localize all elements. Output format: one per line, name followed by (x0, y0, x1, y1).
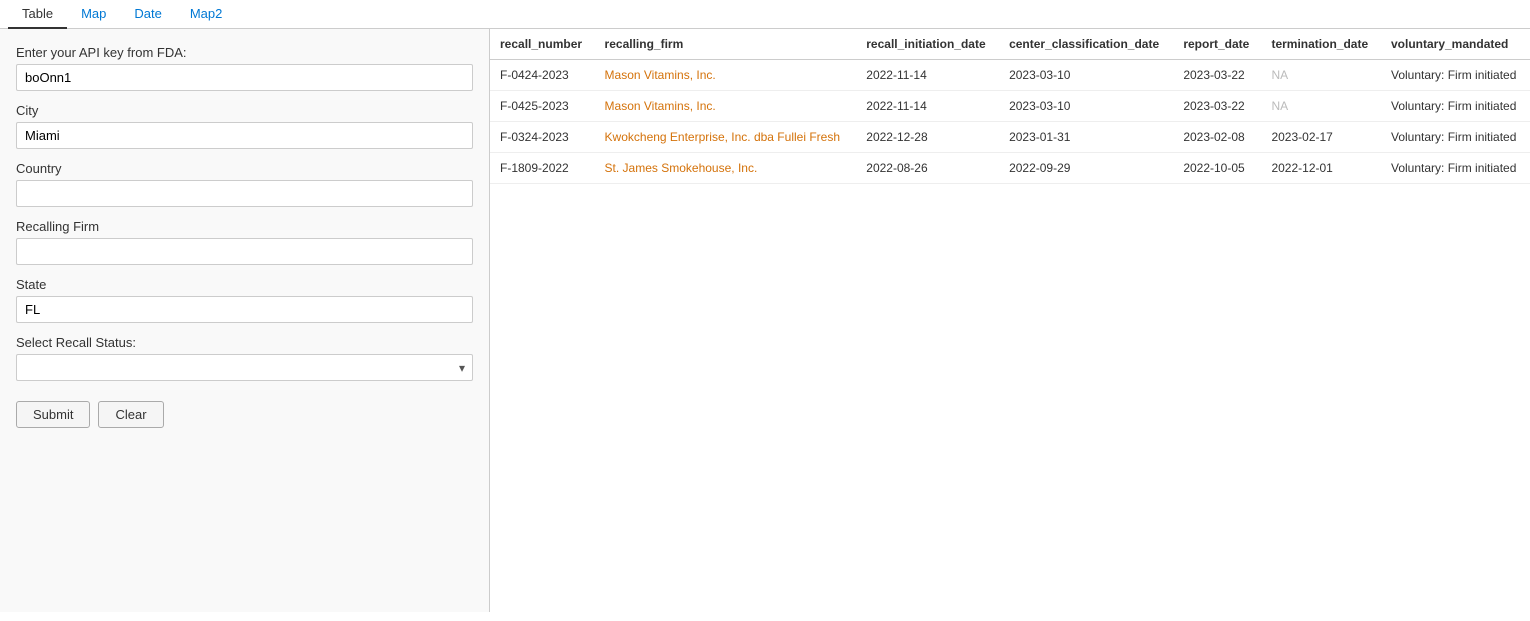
cell-voluntary-mandated: Voluntary: Firm initiated (1381, 122, 1530, 153)
cell-termination-date: 2023-02-17 (1261, 122, 1381, 153)
cell-recalling-firm: Mason Vitamins, Inc. (595, 60, 857, 91)
recalling-firm-label: Recalling Firm (16, 219, 473, 234)
table-row: F-1809-2022St. James Smokehouse, Inc.202… (490, 153, 1530, 184)
country-label: Country (16, 161, 473, 176)
table-row: F-0425-2023Mason Vitamins, Inc.2022-11-1… (490, 91, 1530, 122)
cell-voluntary-mandated: Voluntary: Firm initiated (1381, 60, 1530, 91)
cell-initiation-date: 2022-08-26 (856, 153, 999, 184)
city-label: City (16, 103, 473, 118)
col-recall-initiation-date: recall_initiation_date (856, 29, 999, 60)
cell-recall-number: F-0424-2023 (490, 60, 595, 91)
tab-date[interactable]: Date (120, 0, 175, 29)
col-recall-number: recall_number (490, 29, 595, 60)
button-row: Submit Clear (16, 401, 473, 428)
recall-status-wrapper: Ongoing Completed Terminated (16, 354, 473, 381)
cell-classification-date: 2023-01-31 (999, 122, 1173, 153)
state-input[interactable] (16, 296, 473, 323)
cell-report-date: 2023-02-08 (1173, 122, 1261, 153)
cell-classification-date: 2023-03-10 (999, 60, 1173, 91)
cell-classification-date: 2023-03-10 (999, 91, 1173, 122)
cell-recall-number: F-0324-2023 (490, 122, 595, 153)
results-table: recall_number recalling_firm recall_init… (490, 29, 1530, 184)
cell-termination-date: 2022-12-01 (1261, 153, 1381, 184)
table-area: recall_number recalling_firm recall_init… (490, 29, 1530, 612)
api-key-input[interactable] (16, 64, 473, 91)
cell-recall-number: F-1809-2022 (490, 153, 595, 184)
col-report-date: report_date (1173, 29, 1261, 60)
cell-voluntary-mandated: Voluntary: Firm initiated (1381, 153, 1530, 184)
recall-status-select[interactable]: Ongoing Completed Terminated (16, 354, 473, 381)
main-layout: Enter your API key from FDA: City Countr… (0, 29, 1530, 612)
col-voluntary-mandated: voluntary_mandated (1381, 29, 1530, 60)
cell-termination-date: NA (1261, 60, 1381, 91)
cell-report-date: 2022-10-05 (1173, 153, 1261, 184)
state-label: State (16, 277, 473, 292)
tab-table[interactable]: Table (8, 0, 67, 29)
recall-status-group: Select Recall Status: Ongoing Completed … (16, 335, 473, 381)
cell-recalling-firm: Kwokcheng Enterprise, Inc. dba Fullei Fr… (595, 122, 857, 153)
cell-recalling-firm: Mason Vitamins, Inc. (595, 91, 857, 122)
city-input[interactable] (16, 122, 473, 149)
recall-status-label: Select Recall Status: (16, 335, 473, 350)
clear-button[interactable]: Clear (98, 401, 163, 428)
cell-initiation-date: 2022-12-28 (856, 122, 999, 153)
country-group: Country (16, 161, 473, 207)
cell-report-date: 2023-03-22 (1173, 91, 1261, 122)
recalling-firm-input[interactable] (16, 238, 473, 265)
city-group: City (16, 103, 473, 149)
country-input[interactable] (16, 180, 473, 207)
submit-button[interactable]: Submit (16, 401, 90, 428)
cell-report-date: 2023-03-22 (1173, 60, 1261, 91)
state-group: State (16, 277, 473, 323)
col-termination-date: termination_date (1261, 29, 1381, 60)
cell-termination-date: NA (1261, 91, 1381, 122)
sidebar: Enter your API key from FDA: City Countr… (0, 29, 490, 612)
tab-bar: Table Map Date Map2 (0, 0, 1530, 29)
recalling-firm-group: Recalling Firm (16, 219, 473, 265)
table-header-row: recall_number recalling_firm recall_init… (490, 29, 1530, 60)
api-key-label: Enter your API key from FDA: (16, 45, 473, 60)
col-center-classification-date: center_classification_date (999, 29, 1173, 60)
cell-initiation-date: 2022-11-14 (856, 60, 999, 91)
cell-recalling-firm: St. James Smokehouse, Inc. (595, 153, 857, 184)
tab-map[interactable]: Map (67, 0, 120, 29)
cell-initiation-date: 2022-11-14 (856, 91, 999, 122)
tab-map2[interactable]: Map2 (176, 0, 237, 29)
table-row: F-0324-2023Kwokcheng Enterprise, Inc. db… (490, 122, 1530, 153)
api-key-group: Enter your API key from FDA: (16, 45, 473, 91)
table-row: F-0424-2023Mason Vitamins, Inc.2022-11-1… (490, 60, 1530, 91)
cell-recall-number: F-0425-2023 (490, 91, 595, 122)
col-recalling-firm: recalling_firm (595, 29, 857, 60)
cell-classification-date: 2022-09-29 (999, 153, 1173, 184)
cell-voluntary-mandated: Voluntary: Firm initiated (1381, 91, 1530, 122)
